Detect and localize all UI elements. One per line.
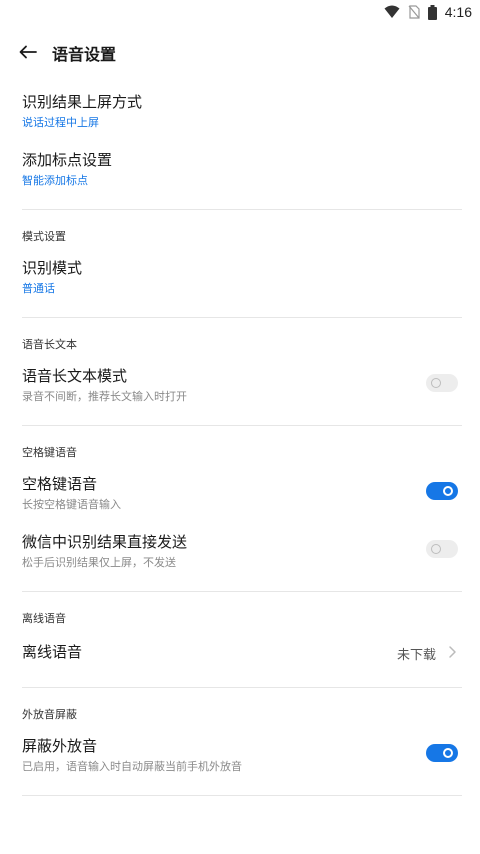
setting-mask-speaker[interactable]: 屏蔽外放音 已启用，语音输入时自动屏蔽当前手机外放音 — [22, 736, 462, 774]
setting-value: 普通话 — [22, 282, 55, 295]
setting-punctuation[interactable]: 添加标点设置 智能添加标点 — [22, 150, 462, 188]
divider — [22, 795, 462, 796]
toggle-knob — [443, 486, 453, 496]
back-arrow-icon — [19, 45, 37, 59]
toggle-knob — [431, 544, 441, 554]
status-time: 4:16 — [444, 4, 472, 20]
setting-wechat-direct-send[interactable]: 微信中识别结果直接发送 松手后识别结果仅上屏，不发送 — [22, 532, 462, 570]
divider — [22, 591, 462, 592]
battery-icon — [427, 4, 437, 20]
section-header-long-text: 语音长文本 — [22, 338, 77, 351]
setting-title: 添加标点设置 — [22, 151, 113, 169]
mask-speaker-toggle[interactable] — [426, 744, 458, 762]
setting-value: 智能添加标点 — [22, 174, 88, 187]
section-header-speaker-mask: 外放音屏蔽 — [22, 708, 77, 721]
section-header-offline: 离线语音 — [22, 612, 66, 625]
setting-recognition-mode[interactable]: 识别模式 普通话 — [22, 258, 462, 296]
chevron-right-icon — [449, 646, 456, 658]
divider — [22, 425, 462, 426]
no-sim-icon — [408, 5, 420, 19]
divider — [22, 687, 462, 688]
setting-long-text-mode[interactable]: 语音长文本模式 录音不间断，推荐长文输入时打开 — [22, 366, 462, 404]
setting-description: 录音不间断，推荐长文输入时打开 — [22, 390, 187, 403]
setting-title: 识别模式 — [22, 259, 83, 277]
back-button[interactable] — [16, 40, 40, 64]
app-bar: 语音设置 — [0, 30, 480, 74]
space-key-voice-toggle[interactable] — [426, 482, 458, 500]
page-title: 语音设置 — [52, 45, 117, 64]
toggle-knob — [443, 748, 453, 758]
long-text-mode-toggle[interactable] — [426, 374, 458, 392]
setting-title: 微信中识别结果直接发送 — [22, 533, 188, 551]
setting-value: 说话过程中上屏 — [22, 116, 99, 129]
divider — [22, 209, 462, 210]
toggle-knob — [431, 378, 441, 388]
setting-title: 识别结果上屏方式 — [22, 93, 143, 111]
setting-title: 屏蔽外放音 — [22, 737, 98, 755]
wifi-icon — [384, 5, 400, 18]
setting-description: 松手后识别结果仅上屏，不发送 — [22, 556, 176, 569]
setting-space-key-voice[interactable]: 空格键语音 长按空格键语音输入 — [22, 474, 462, 512]
setting-title: 空格键语音 — [22, 475, 98, 493]
offline-voice-status: 未下载 — [396, 648, 436, 663]
section-header-space-key: 空格键语音 — [22, 446, 77, 459]
divider — [22, 317, 462, 318]
wechat-direct-send-toggle[interactable] — [426, 540, 458, 558]
setting-description: 已启用，语音输入时自动屏蔽当前手机外放音 — [22, 760, 242, 773]
status-bar: 4:16 — [0, 0, 480, 24]
section-header-mode: 模式设置 — [22, 230, 66, 243]
setting-screen-method[interactable]: 识别结果上屏方式 说话过程中上屏 — [22, 92, 462, 130]
setting-description: 长按空格键语音输入 — [22, 498, 121, 511]
setting-title: 语音长文本模式 — [22, 367, 128, 385]
